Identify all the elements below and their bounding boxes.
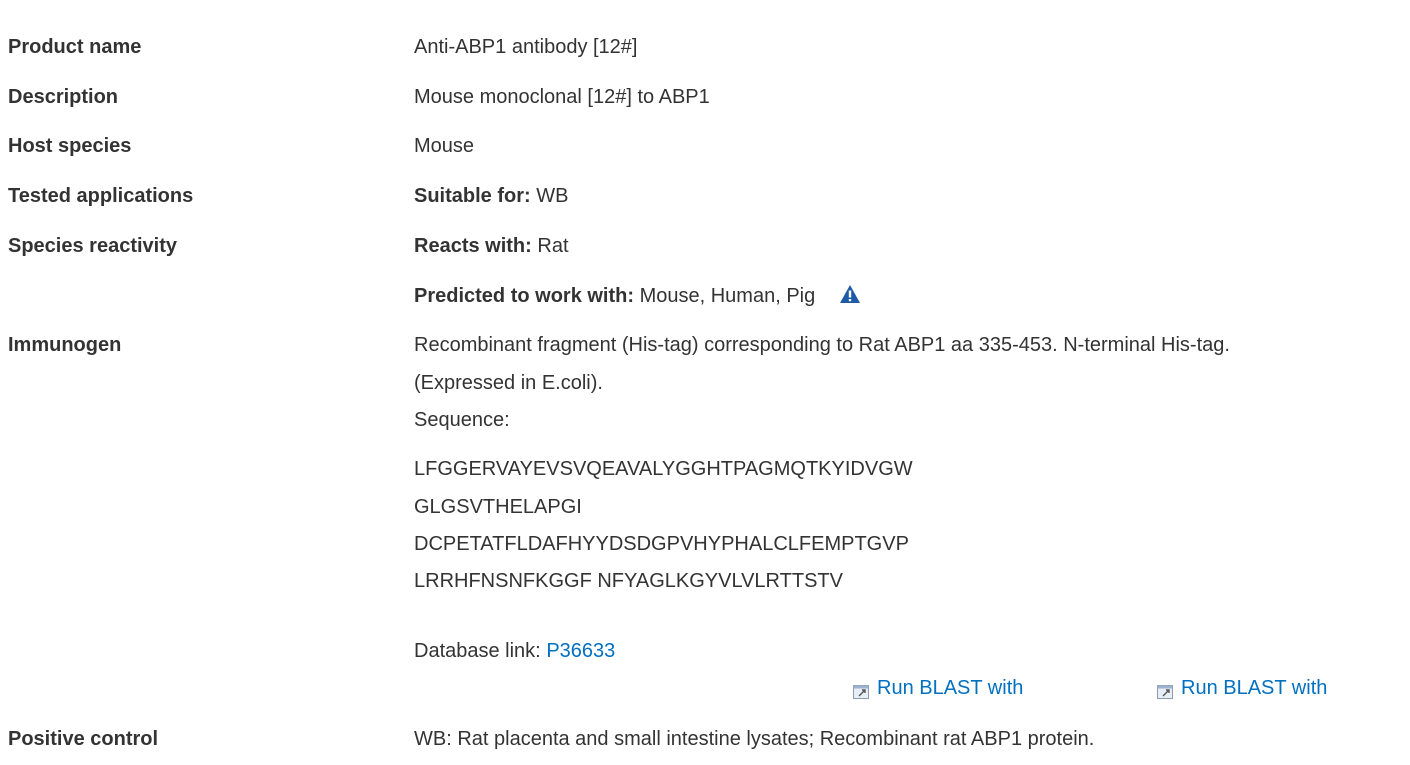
sequence-line: DCPETATFLDAFHYYDSDGPVHYPHALCLFEMPTGVP <box>414 533 909 555</box>
reacts-with-value: Rat <box>537 235 569 257</box>
value-product-name: Anti-ABP1 antibody [12#] <box>414 36 638 58</box>
value-reacts-with: Reacts with: Rat <box>414 235 569 258</box>
suitable-for-prefix: Suitable for: <box>414 185 531 207</box>
label-tested-applications: Tested applications <box>8 185 194 207</box>
external-link-icon <box>853 682 869 699</box>
value-tested-applications: Suitable for: WB <box>414 185 568 208</box>
database-link-label: Database link: <box>414 640 541 662</box>
database-link-row: Database link: P36633 <box>414 640 615 663</box>
sequence-line: GLGSVTHELAPGI <box>414 496 582 518</box>
reacts-with-prefix: Reacts with: <box>414 235 532 257</box>
run-blast-label[interactable]: Run BLAST with <box>877 677 1023 700</box>
predicted-value: Mouse, Human, Pig <box>639 285 816 307</box>
value-predicted-to-work-with: Predicted to work with: Mouse, Human, Pi… <box>414 284 861 308</box>
label-species-reactivity: Species reactivity <box>8 235 177 257</box>
value-positive-control: WB: Rat placenta and small intestine lys… <box>414 728 1095 750</box>
external-link-icon <box>1157 682 1173 699</box>
run-blast-link-1[interactable]: Run BLAST with <box>853 677 1023 700</box>
run-blast-link-2[interactable]: Run BLAST with <box>1157 677 1327 700</box>
sequence-line: LFGGERVAYEVSVQEAVALYGGHTPAGMQTKYIDVGW <box>414 458 913 480</box>
run-blast-label[interactable]: Run BLAST with <box>1181 677 1327 700</box>
label-product-name: Product name <box>8 36 142 58</box>
label-immunogen: Immunogen <box>8 334 122 356</box>
value-host-species: Mouse <box>414 135 475 157</box>
sequence-line: LRRHFNSNFKGGF NFYAGLKGYVLVLRTTSTV <box>414 570 843 592</box>
predicted-prefix: Predicted to work with: <box>414 285 635 307</box>
warning-triangle-icon[interactable] <box>839 284 861 304</box>
immunogen-line-2: (Expressed in E.coli). <box>414 372 603 394</box>
suitable-for-value: WB <box>536 185 569 207</box>
immunogen-line-1: Recombinant fragment (His-tag) correspon… <box>414 334 1230 356</box>
sequence-label: Sequence: <box>414 409 510 431</box>
label-description: Description <box>8 86 119 108</box>
value-description: Mouse monoclonal [12#] to ABP1 <box>414 86 710 108</box>
label-positive-control: Positive control <box>8 728 159 750</box>
database-link-p36633[interactable]: P36633 <box>546 640 615 662</box>
label-host-species: Host species <box>8 135 132 157</box>
